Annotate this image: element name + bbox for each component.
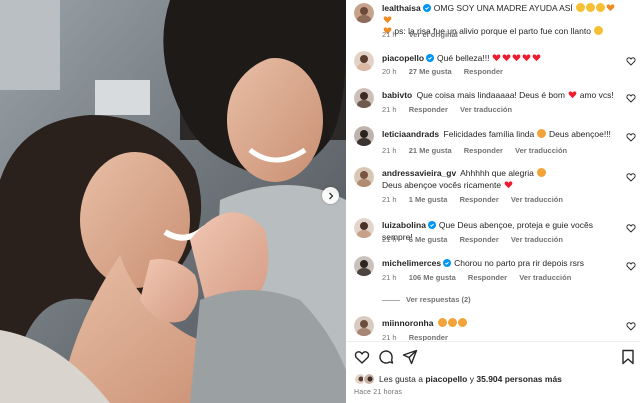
comment-text-2: Deus abençoe vocês ricamente (382, 179, 502, 190)
verified-badge-icon (427, 221, 436, 229)
commenter-avatar[interactable] (354, 51, 374, 71)
like-comment-icon[interactable] (626, 132, 636, 142)
like-comment-icon[interactable] (626, 93, 636, 103)
red-heart-emoji (568, 90, 577, 99)
comment-text-2: amo vcs! (579, 90, 614, 100)
next-photo-button[interactable] (322, 187, 339, 204)
see-original-link[interactable]: Ver el original (409, 30, 458, 39)
tearful-face-emoji (593, 26, 603, 35)
see-translation-link[interactable]: Ver traducción (511, 195, 563, 204)
commenter-username[interactable]: piacopello (382, 53, 424, 63)
like-comment-icon[interactable] (626, 56, 636, 66)
likes-middle: y (469, 374, 474, 384)
author-avatar[interactable] (354, 3, 374, 23)
view-replies-link[interactable]: Ver respuestas (2) (382, 295, 481, 304)
reply-button[interactable]: Responder (464, 67, 503, 76)
red-heart-emoji (504, 180, 513, 189)
reply-button[interactable]: Responder (468, 273, 507, 282)
like-icon[interactable] (354, 349, 370, 365)
comment-text: Felicidades família linda (443, 129, 535, 139)
likes-count-link[interactable]: 35.904 personas más (476, 374, 562, 384)
comment-time: 21 h (382, 235, 397, 244)
commenter-avatar[interactable] (354, 126, 374, 146)
comment-icon[interactable] (378, 349, 394, 365)
save-icon[interactable] (620, 349, 636, 365)
likes-user-link[interactable]: piacopello (425, 374, 467, 384)
next-arrow-icon (328, 192, 333, 199)
comments-panel: lealthaisa OMG SOY UNA MADRE AYUDA ASÍ ps… (346, 0, 640, 403)
commenter-avatar[interactable] (354, 316, 374, 336)
comment-text-2: Deus abençoe!!! (549, 129, 611, 139)
hearts-face-emoji (438, 318, 448, 327)
commenter-username[interactable]: miinnoronha (382, 318, 433, 328)
commenter-username[interactable]: babivto (382, 90, 412, 100)
commenter-username[interactable]: luizabolina (382, 220, 426, 230)
divider (346, 341, 640, 342)
comment-time: 21 h (382, 105, 397, 114)
see-translation-link[interactable]: Ver traducción (515, 146, 567, 155)
hearts-face-emoji (458, 318, 468, 327)
verified-badge-icon (422, 4, 431, 12)
share-icon[interactable] (402, 349, 418, 365)
orange-heart-emoji (606, 3, 615, 12)
action-bar (354, 349, 636, 367)
hearts-face-emoji (536, 168, 546, 177)
comment-time: 20 h (382, 67, 397, 76)
comment-likes[interactable]: 106 Me gusta (409, 273, 456, 282)
verified-badge-icon (443, 259, 452, 267)
comment-time: 21 h (382, 146, 397, 155)
hearts-face-emoji (448, 318, 458, 327)
red-heart-emoji (522, 53, 531, 62)
like-comment-icon[interactable] (626, 223, 636, 233)
comment-likes[interactable]: 21 Me gusta (409, 146, 452, 155)
verified-badge-icon (426, 54, 435, 62)
red-heart-emoji (512, 53, 521, 62)
commenter-username[interactable]: andressavieira_gv (382, 168, 456, 178)
screaming-face-emoji (595, 3, 605, 12)
caption-time: 21 h (382, 30, 397, 39)
comment-text: Ahhhhh que alegria (460, 168, 534, 178)
couple-with-newborn-photo (0, 0, 346, 403)
orange-heart-emoji (383, 15, 392, 24)
like-comment-icon[interactable] (626, 261, 636, 271)
red-heart-emoji (502, 53, 511, 62)
comment-text: Que coisa mais lindaaaaa! Deus é bom (416, 90, 565, 100)
comment-time: 21 h (382, 273, 397, 282)
commenter-username[interactable]: michelimerces (382, 258, 441, 268)
comment-likes[interactable]: 1 Me gusta (409, 195, 448, 204)
reply-button[interactable]: Responder (460, 235, 499, 244)
red-heart-emoji (532, 53, 541, 62)
reply-button[interactable]: Responder (464, 146, 503, 155)
likes-prefix: Les gusta a (379, 374, 423, 384)
see-translation-link[interactable]: Ver traducción (511, 235, 563, 244)
reply-button[interactable]: Responder (409, 105, 448, 114)
commenter-username[interactable]: leticiaandrads (382, 129, 439, 139)
post-photo (0, 0, 346, 403)
commenter-avatar[interactable] (354, 256, 374, 276)
screaming-face-emoji (575, 3, 585, 12)
comment-likes[interactable]: 6 Me gusta (409, 235, 448, 244)
commenter-avatar[interactable] (354, 218, 374, 238)
likes-summary: Les gusta a piacopello y 35.904 personas… (354, 372, 562, 386)
see-translation-link[interactable]: Ver traducción (460, 105, 512, 114)
post-age: Hace 21 horas (354, 389, 403, 396)
like-comment-icon[interactable] (626, 172, 636, 182)
comment-text: Qué belleza!!! (437, 53, 490, 63)
see-translation-link[interactable]: Ver traducción (519, 273, 571, 282)
screaming-face-emoji (585, 3, 595, 12)
reply-button[interactable]: Responder (460, 195, 499, 204)
caption-text: OMG SOY UNA MADRE AYUDA ASÍ (433, 3, 573, 13)
comment-time: 21 h (382, 195, 397, 204)
red-heart-emoji (492, 53, 501, 62)
author-username[interactable]: lealthaisa (382, 3, 421, 13)
like-comment-icon[interactable] (626, 321, 636, 331)
comment-likes[interactable]: 27 Me gusta (409, 67, 452, 76)
hearts-face-emoji (537, 129, 547, 138)
commenter-avatar[interactable] (354, 167, 374, 187)
comment-text: Chorou no parto pra rir depois rsrs (454, 258, 584, 268)
commenter-avatar[interactable] (354, 88, 374, 108)
liker-avatar (363, 373, 375, 385)
